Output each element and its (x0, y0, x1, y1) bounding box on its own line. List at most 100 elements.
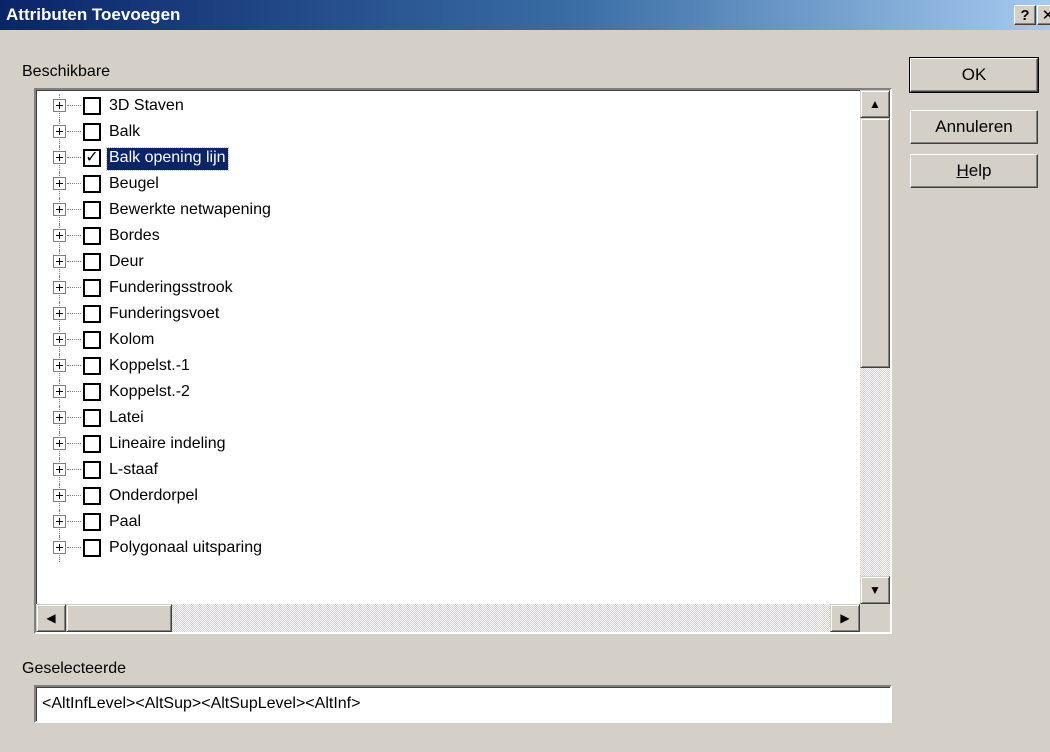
tree-branch-line (67, 547, 81, 548)
tree-item-checkbox[interactable] (83, 461, 101, 479)
tree-branch-line (67, 469, 81, 470)
expand-plus-icon[interactable] (53, 437, 66, 450)
expand-plus-icon[interactable] (53, 99, 66, 112)
expand-plus-icon[interactable] (53, 151, 66, 164)
tree-item-checkbox[interactable] (83, 331, 101, 349)
available-tree[interactable]: 3D Staven Balk ✓ Balk opening lijn Beugel Bew… (34, 88, 892, 634)
tree-item-label: Lineaire indeling (109, 435, 226, 452)
tree-item[interactable]: Beugel (36, 172, 860, 198)
tree-item-label: Funderingsstrook (109, 279, 233, 296)
expand-plus-icon[interactable] (53, 125, 66, 138)
tree-item[interactable]: Kolom (36, 328, 860, 354)
tree-item-checkbox[interactable]: ✓ (83, 149, 101, 167)
tree-items: 3D Staven Balk ✓ Balk opening lijn Beugel Bew… (36, 90, 860, 604)
tree-item[interactable]: Bordes (36, 224, 860, 250)
tree-item[interactable]: Koppelst.-1 (36, 354, 860, 380)
tree-item[interactable]: Polygonaal uitsparing (36, 536, 860, 562)
vertical-scrollbar[interactable]: ▲ ▼ (860, 90, 890, 604)
tree-item[interactable]: Koppelst.-2 (36, 380, 860, 406)
tree-item[interactable]: Bewerkte netwapening (36, 198, 860, 224)
help-accelerator: H (956, 161, 969, 180)
vertical-scroll-thumb[interactable] (860, 118, 890, 368)
tree-item-checkbox[interactable] (83, 539, 101, 557)
help-button[interactable]: Help (910, 154, 1038, 188)
tree-item[interactable]: Deur (36, 250, 860, 276)
tree-item-checkbox[interactable] (83, 487, 101, 505)
tree-item-checkbox[interactable] (83, 435, 101, 453)
cancel-button[interactable]: Annuleren (910, 110, 1038, 144)
expand-plus-icon[interactable] (53, 255, 66, 268)
tree-item-label: Beugel (109, 175, 159, 192)
tree-item[interactable]: Balk (36, 120, 860, 146)
tree-branch-line (67, 365, 81, 366)
tree-item[interactable]: Funderingsvoet (36, 302, 860, 328)
tree-item-checkbox[interactable] (83, 513, 101, 531)
ok-button[interactable]: OK (909, 57, 1039, 93)
expand-plus-icon[interactable] (53, 177, 66, 190)
tree-item-checkbox[interactable] (83, 305, 101, 323)
tree-item-label: Deur (109, 253, 144, 270)
tree-item[interactable]: L-staaf (36, 458, 860, 484)
tree-item-checkbox[interactable] (83, 201, 101, 219)
help-button-label: elp (968, 161, 992, 180)
tree-branch-line (67, 157, 81, 158)
expand-plus-icon[interactable] (53, 281, 66, 294)
tree-branch-line (67, 131, 81, 132)
expand-plus-icon[interactable] (53, 411, 66, 424)
tree-item-checkbox[interactable] (83, 123, 101, 141)
expand-plus-icon[interactable] (53, 385, 66, 398)
help-icon[interactable]: ? (1014, 5, 1036, 25)
tree-item[interactable]: Lineaire indeling (36, 432, 860, 458)
tree-item-label: Paal (109, 513, 142, 530)
tree-item[interactable]: Paal (36, 510, 860, 536)
tree-item-checkbox[interactable] (83, 357, 101, 375)
tree-item-checkbox[interactable] (83, 409, 101, 427)
tree-item-label: Koppelst.-2 (109, 383, 190, 400)
scrollbar-corner (860, 604, 890, 632)
tree-item-label: Balk opening lijn (106, 147, 229, 171)
tree-item[interactable]: Onderdorpel (36, 484, 860, 510)
expand-plus-icon[interactable] (53, 229, 66, 242)
horizontal-scroll-thumb[interactable] (66, 604, 172, 632)
tree-item-checkbox[interactable] (83, 279, 101, 297)
expand-plus-icon[interactable] (53, 307, 66, 320)
tree-item-label: Polygonaal uitsparing (109, 539, 262, 556)
expand-plus-icon[interactable] (53, 203, 66, 216)
tree-item[interactable]: Latei (36, 406, 860, 432)
tree-branch-line (67, 261, 81, 262)
scroll-down-icon[interactable]: ▼ (860, 576, 890, 604)
tree-item-checkbox[interactable] (83, 175, 101, 193)
tree-branch-line (67, 495, 81, 496)
scroll-up-icon[interactable]: ▲ (860, 90, 890, 118)
tree-branch-line (67, 391, 81, 392)
expand-plus-icon[interactable] (53, 489, 66, 502)
tree-item-label: L-staaf (109, 461, 158, 478)
expand-plus-icon[interactable] (53, 541, 66, 554)
tree-item-checkbox[interactable] (83, 97, 101, 115)
tree-item-label: Onderdorpel (109, 487, 198, 504)
tree-item[interactable]: Funderingsstrook (36, 276, 860, 302)
tree-item-checkbox[interactable] (83, 253, 101, 271)
horizontal-scrollbar[interactable]: ◀ ▶ (36, 604, 860, 632)
expand-plus-icon[interactable] (53, 333, 66, 346)
tree-item-checkbox[interactable] (83, 383, 101, 401)
tree-branch-line (67, 235, 81, 236)
expand-plus-icon[interactable] (53, 463, 66, 476)
tree-item[interactable]: 3D Staven (36, 94, 860, 120)
selected-label: Geselecteerde (22, 660, 127, 677)
tree-branch-line (67, 287, 81, 288)
tree-item-label: Latei (109, 409, 144, 426)
scroll-right-icon[interactable]: ▶ (830, 604, 860, 632)
tree-branch-line (67, 209, 81, 210)
tree-item-label: Funderingsvoet (109, 305, 220, 322)
close-icon[interactable]: ✕ (1037, 5, 1050, 25)
expand-plus-icon[interactable] (53, 515, 66, 528)
tree-branch-line (67, 443, 81, 444)
tree-item-label: Bordes (109, 227, 160, 244)
tree-item-checkbox[interactable] (83, 227, 101, 245)
selected-attributes-field[interactable] (34, 685, 892, 723)
scroll-left-icon[interactable]: ◀ (36, 604, 66, 632)
tree-item-label: Kolom (109, 331, 155, 348)
expand-plus-icon[interactable] (53, 359, 66, 372)
tree-item[interactable]: ✓ Balk opening lijn (36, 146, 860, 172)
